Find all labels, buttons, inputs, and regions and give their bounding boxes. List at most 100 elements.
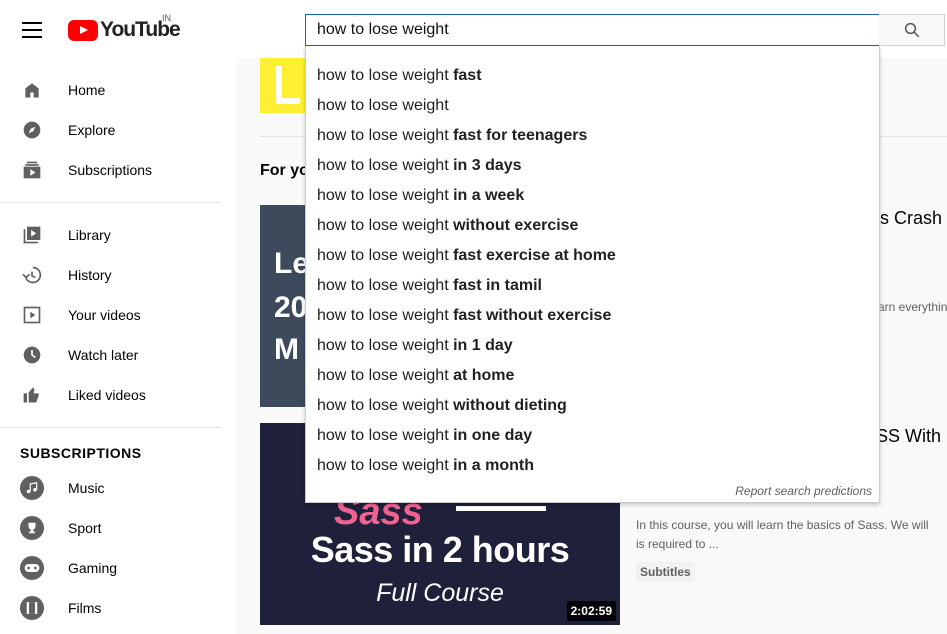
sidebar-item-sport[interactable]: Sport xyxy=(0,508,236,548)
search-suggestion[interactable]: how to lose weight in 1 day xyxy=(306,331,879,361)
sidebar-item-library[interactable]: Library xyxy=(0,215,236,255)
subtitles-badge: Subtitles xyxy=(636,562,695,582)
suggestion-completion: in a month xyxy=(453,457,534,474)
sidebar: Home Explore Subscriptions Library Histo… xyxy=(0,58,236,634)
sidebar-item-watch-later[interactable]: Watch later xyxy=(0,335,236,375)
sidebar-item-subscriptions[interactable]: Subscriptions xyxy=(0,150,236,190)
thumbs-up-icon xyxy=(23,387,39,403)
duration-badge: 2:02:59 xyxy=(566,601,616,621)
search-box[interactable] xyxy=(305,14,880,46)
search-suggestions: Report search predictions how to lose we… xyxy=(305,46,880,503)
sidebar-item-label: Sport xyxy=(68,520,102,536)
search-suggestion[interactable]: how to lose weight at home xyxy=(306,361,879,391)
sidebar-item-gaming[interactable]: Gaming xyxy=(0,548,236,588)
search-suggestion[interactable]: how to lose weight in one day xyxy=(306,421,879,451)
sidebar-item-label: Your videos xyxy=(68,307,141,323)
sidebar-item-history[interactable]: History xyxy=(0,255,236,295)
film-icon xyxy=(20,596,44,620)
clock-icon xyxy=(23,346,41,364)
sidebar-item-label: Gaming xyxy=(68,560,118,576)
thumbnail-text: 20 xyxy=(274,291,308,324)
suggestion-completion: in a week xyxy=(453,187,525,204)
sidebar-divider xyxy=(0,202,221,203)
sidebar-item-explore[interactable]: Explore xyxy=(0,110,236,150)
sidebar-item-music[interactable]: Music xyxy=(0,468,236,508)
subscriptions-icon xyxy=(23,161,41,179)
your-videos-icon xyxy=(23,306,41,324)
suggestion-prefix: how to lose weight xyxy=(317,217,454,234)
search-suggestion[interactable]: how to lose weight without exercise xyxy=(306,211,879,241)
sidebar-item-label: Home xyxy=(68,82,106,98)
section-title: For yo xyxy=(260,162,309,179)
history-icon xyxy=(22,266,42,284)
search-suggestion[interactable]: how to lose weight in a week xyxy=(306,181,879,211)
youtube-app: YouTube IN Home Explore Subscriptions Li… xyxy=(0,0,947,634)
search-suggestion[interactable]: how to lose weight in 3 days xyxy=(306,151,879,181)
suggestion-prefix: how to lose weight xyxy=(317,397,454,414)
suggestion-completion: fast without exercise xyxy=(453,307,612,324)
suggestion-completion: in 1 day xyxy=(453,337,513,354)
search-suggestion[interactable]: how to lose weight fast for teenagers xyxy=(306,121,879,151)
suggestion-prefix: how to lose weight xyxy=(317,457,454,474)
suggestion-prefix: how to lose weight xyxy=(317,127,454,144)
thumbnail-text: Le xyxy=(274,247,310,280)
video-description: In this course, you will learn the basic… xyxy=(636,518,929,532)
report-search-predictions-link[interactable]: Report search predictions xyxy=(735,484,872,498)
sidebar-item-label: Music xyxy=(68,480,105,496)
suggestion-completion: without dieting xyxy=(453,397,567,414)
youtube-logo[interactable]: YouTube IN xyxy=(68,13,181,41)
search-icon xyxy=(904,22,919,38)
library-icon xyxy=(23,226,41,244)
suggestion-completion: fast xyxy=(453,67,482,84)
suggestion-prefix: how to lose weight xyxy=(317,277,454,294)
suggestion-completion: in 3 days xyxy=(453,157,522,174)
sidebar-item-home[interactable]: Home xyxy=(0,70,236,110)
suggestion-prefix: how to lose weight xyxy=(317,187,454,204)
suggestion-completion: in one day xyxy=(453,427,533,444)
home-icon xyxy=(25,83,39,98)
suggestion-prefix: how to lose weight xyxy=(317,307,454,324)
suggestion-completion: fast in tamil xyxy=(453,277,542,294)
suggestion-prefix: how to lose weight xyxy=(317,97,449,114)
thumbnail-title: Sass in 2 hours xyxy=(310,529,570,570)
sidebar-item-label: Liked videos xyxy=(68,387,146,403)
suggestion-completion: at home xyxy=(453,367,515,384)
video-description: arn everythin xyxy=(878,300,947,314)
search-suggestion[interactable]: how to lose weight without dieting xyxy=(306,391,879,421)
compass-icon xyxy=(23,121,41,139)
suggestion-prefix: how to lose weight xyxy=(317,367,454,384)
sidebar-item-your-videos[interactable]: Your videos xyxy=(0,295,236,335)
suggestion-prefix: how to lose weight xyxy=(317,337,454,354)
sidebar-item-label: Explore xyxy=(68,122,116,138)
suggestion-prefix: how to lose weight xyxy=(317,67,454,84)
suggestion-completion: without exercise xyxy=(453,217,579,234)
banner-thumbnail[interactable] xyxy=(260,58,310,113)
menu-icon[interactable] xyxy=(22,22,42,38)
search-suggestion[interactable]: how to lose weight fast without exercise xyxy=(306,301,879,331)
sidebar-item-label: History xyxy=(68,267,112,283)
search-suggestion[interactable]: how to lose weight fast exercise at home xyxy=(306,241,879,271)
subscriptions-section-title: SUBSCRIPTIONS xyxy=(20,445,142,461)
search-button[interactable] xyxy=(879,14,945,46)
gamepad-icon xyxy=(20,556,44,580)
search-suggestion[interactable]: how to lose weight fast in tamil xyxy=(306,271,879,301)
sidebar-item-label: Subscriptions xyxy=(68,162,153,178)
suggestion-completion: fast for teenagers xyxy=(453,127,588,144)
search-suggestion[interactable]: how to lose weight in a month xyxy=(306,451,879,481)
sidebar-item-films[interactable]: Films xyxy=(0,588,236,628)
video-title[interactable]: SS With S xyxy=(876,426,947,447)
youtube-play-logo-icon xyxy=(68,19,98,41)
sidebar-item-label: Films xyxy=(68,600,102,616)
trophy-icon xyxy=(20,516,44,540)
video-description: is required to ... xyxy=(636,537,719,551)
search-suggestion[interactable]: how to lose weight fast xyxy=(306,61,879,91)
video-title[interactable]: s Crash C xyxy=(880,208,947,229)
search-suggestion[interactable]: how to lose weight xyxy=(306,91,879,121)
sidebar-item-liked-videos[interactable]: Liked videos xyxy=(0,375,236,415)
suggestion-prefix: how to lose weight xyxy=(317,157,454,174)
suggestion-completion: fast exercise at home xyxy=(453,247,616,264)
country-code: IN xyxy=(162,13,171,23)
search-input[interactable] xyxy=(306,15,879,45)
sidebar-item-label: Watch later xyxy=(68,347,139,363)
sidebar-item-label: Library xyxy=(68,227,111,243)
